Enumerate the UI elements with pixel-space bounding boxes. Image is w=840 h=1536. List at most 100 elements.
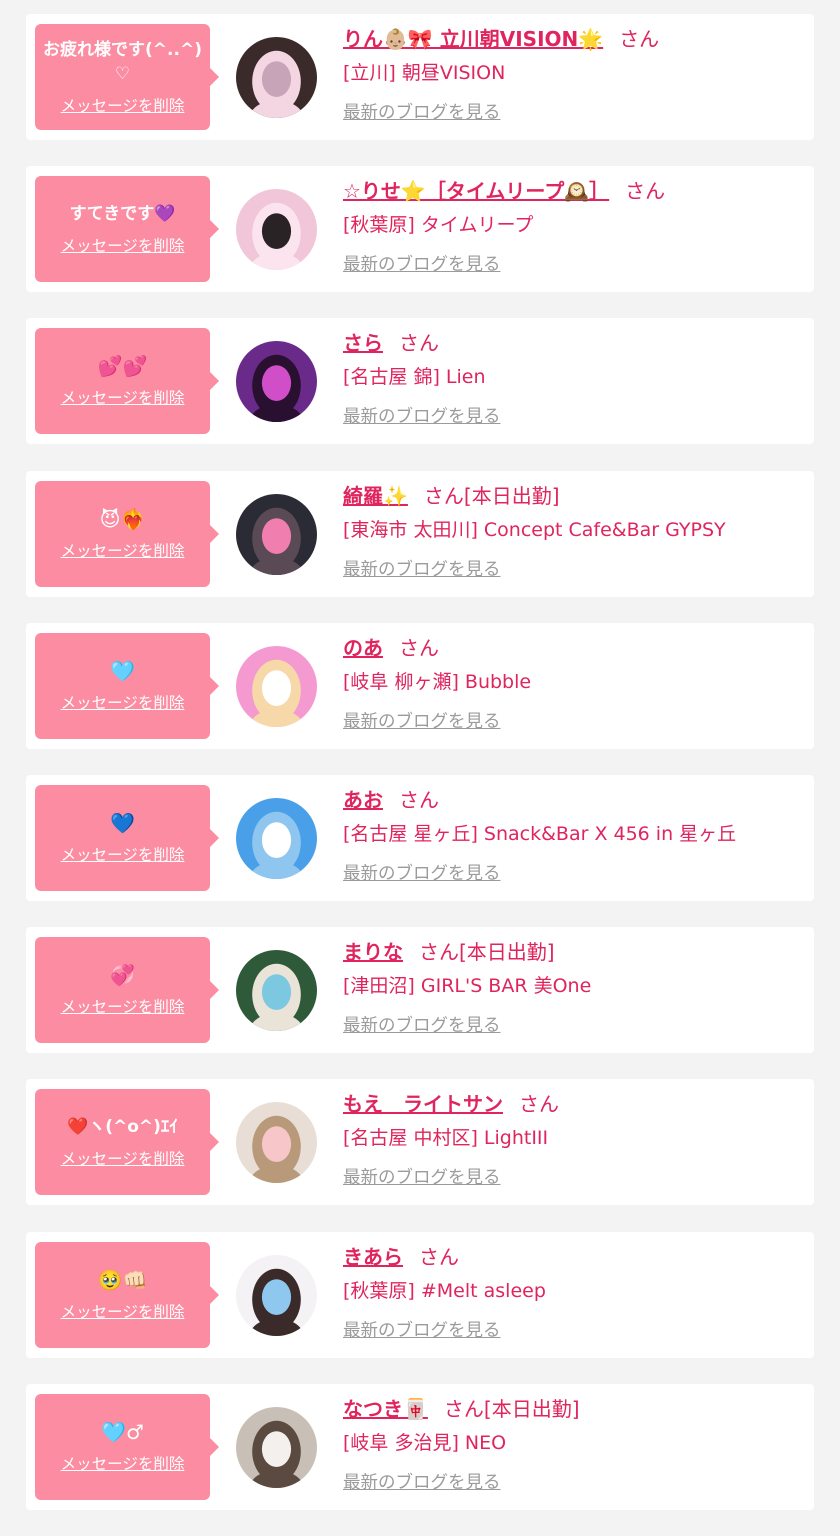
cast-info: きあら さん [秋葉原] #Melt asleep 最新のブログを見る xyxy=(343,1242,806,1342)
name-line: 綺羅✨ さん[本日出勤] xyxy=(343,481,806,511)
honorific: さん xyxy=(625,179,666,204)
name-line: なつき🀄 さん[本日出勤] xyxy=(343,1394,806,1424)
cast-name-link[interactable]: りん👶🏼🎀 立川朝VISION🌟 xyxy=(343,27,603,51)
delete-message-link[interactable]: メッセージを削除 xyxy=(61,94,185,116)
name-line: まりな さん[本日出勤] xyxy=(343,937,806,967)
message-bubble: 🩵♂︎ メッセージを削除 xyxy=(35,1393,219,1500)
message-bubble: 💕💕 メッセージを削除 xyxy=(35,328,219,435)
message-text: 😈❤️‍🔥 xyxy=(99,506,146,531)
delete-message-link[interactable]: メッセージを削除 xyxy=(61,995,185,1017)
status-badge: [本日出勤] xyxy=(483,1396,580,1421)
message-text: 💙 xyxy=(110,810,135,835)
avatar-girl-pink-room-photo[interactable] xyxy=(236,189,317,271)
avatar-white-dress-photo[interactable] xyxy=(236,1406,317,1488)
avatar-blue-dress-photo[interactable] xyxy=(236,1254,317,1336)
avatar-flower-face-photo[interactable] xyxy=(236,493,317,575)
shop-location: [岐阜 柳ヶ瀬] Bubble xyxy=(343,670,532,693)
shop-location: [津田沼] GIRL'S BAR 美One xyxy=(343,975,592,998)
shop-location: [立川] 朝昼VISION xyxy=(343,62,506,84)
cast-info: まりな さん[本日出勤] [津田沼] GIRL'S BAR 美One 最新のブログ… xyxy=(343,937,806,1037)
message-text: 🩵 xyxy=(110,658,135,683)
list-item: 🥹👊🏻 メッセージを削除 きあら さん [秋葉原] #Melt asleep 最新… xyxy=(26,1231,814,1358)
message-bubble: 🥹👊🏻 メッセージを削除 xyxy=(35,1241,219,1348)
honorific: さん xyxy=(619,27,660,51)
honorific: さん xyxy=(399,635,439,660)
message-list: お疲れ様です(^..^)♡ メッセージを削除 りん👶🏼🎀 立川朝VISION🌟 さ… xyxy=(26,14,814,1536)
cast-info: あお さん [名古屋 星ヶ丘] Snack&Bar X 456 in 星ヶ丘 最新… xyxy=(343,785,806,885)
cast-name-link[interactable]: のあ xyxy=(343,636,383,660)
honorific: さん xyxy=(399,331,439,356)
message-bubble: 💙 メッセージを削除 xyxy=(35,784,219,891)
delete-message-link[interactable]: メッセージを削除 xyxy=(61,1300,185,1322)
delete-message-link[interactable]: メッセージを削除 xyxy=(61,843,185,865)
cast-name-link[interactable]: ☆りせ⭐️［タイムリープ🕰️］ xyxy=(343,179,609,203)
list-item: すてきです💜 メッセージを削除 ☆りせ⭐️［タイムリープ🕰️］ さん [秋葉原] … xyxy=(26,166,814,293)
list-item: 😈❤️‍🔥 メッセージを削除 綺羅✨ さん[本日出勤] [東海市 太田川] Con… xyxy=(26,470,814,597)
list-item: 🩵♂︎ メッセージを削除 なつき🀄 さん[本日出勤] [岐阜 多治見] NEO 最… xyxy=(26,1383,814,1510)
cast-name-link[interactable]: 綺羅✨ xyxy=(343,484,408,508)
latest-blog-link[interactable]: 最新のブログを見る xyxy=(343,860,501,885)
list-item: 💙 メッセージを削除 あお さん [名古屋 星ヶ丘] Snack&Bar X 45… xyxy=(26,774,814,901)
shop-location: [名古屋 中村区] LightIII xyxy=(343,1127,549,1150)
message-text: 🥹👊🏻 xyxy=(97,1267,148,1292)
status-badge: [本日出勤] xyxy=(463,483,560,508)
avatar-image xyxy=(236,189,317,271)
avatar-pool-resort-photo[interactable] xyxy=(236,950,317,1032)
avatar-purple-light-photo[interactable] xyxy=(236,341,317,423)
cast-info: 綺羅✨ さん[本日出勤] [東海市 太田川] Concept Cafe&Bar G… xyxy=(343,481,806,581)
name-line: のあ さん xyxy=(343,633,806,663)
shop-location: [岐阜 多治見] NEO xyxy=(343,1431,507,1454)
list-item: 💕💕 メッセージを削除 さら さん [名古屋 錦] Lien 最新のブログを見る xyxy=(26,318,814,445)
cast-name-link[interactable]: もえ ライトサン xyxy=(343,1092,503,1116)
message-bubble: 💞 メッセージを削除 xyxy=(35,937,219,1044)
latest-blog-link[interactable]: 最新のブログを見る xyxy=(343,1317,501,1342)
cast-info: なつき🀄 さん[本日出勤] [岐阜 多治見] NEO 最新のブログを見る xyxy=(343,1394,806,1494)
delete-message-link[interactable]: メッセージを削除 xyxy=(61,1452,185,1474)
latest-blog-link[interactable]: 最新のブログを見る xyxy=(343,556,501,581)
shop-location: [名古屋 錦] Lien xyxy=(343,366,486,389)
cast-name-link[interactable]: まりな xyxy=(343,940,403,964)
avatar-image xyxy=(236,797,317,879)
latest-blog-link[interactable]: 最新のブログを見る xyxy=(343,1164,501,1189)
delete-message-link[interactable]: メッセージを削除 xyxy=(61,234,185,256)
shop-location: [秋葉原] タイムリープ xyxy=(343,214,534,237)
avatar-image xyxy=(236,645,317,727)
avatar-image xyxy=(236,1102,317,1184)
cast-info: のあ さん [岐阜 柳ヶ瀬] Bubble 最新のブログを見る xyxy=(343,633,806,733)
avatar-blurred-face-photo[interactable] xyxy=(236,1102,317,1184)
cast-name-link[interactable]: きあら xyxy=(343,1245,403,1269)
avatar-bunny-filter-photo[interactable] xyxy=(236,37,317,118)
delete-message-link[interactable]: メッセージを削除 xyxy=(61,539,185,561)
latest-blog-link[interactable]: 最新のブログを見る xyxy=(343,403,501,428)
avatar-image xyxy=(236,1254,317,1336)
honorific: さん xyxy=(519,1092,559,1117)
avatar-image xyxy=(236,1406,317,1488)
honorific: さん xyxy=(399,787,439,812)
honorific: さん xyxy=(423,483,464,508)
latest-blog-link[interactable]: 最新のブログを見る xyxy=(343,1469,501,1494)
list-item: お疲れ様です(^..^)♡ メッセージを削除 りん👶🏼🎀 立川朝VISION🌟 さ… xyxy=(26,14,814,140)
cast-name-link[interactable]: あお xyxy=(343,788,383,812)
honorific: さん xyxy=(419,1244,459,1269)
latest-blog-link[interactable]: 最新のブログを見る xyxy=(343,708,501,733)
avatar-sky-clouds-photo[interactable] xyxy=(236,797,317,879)
message-text: お疲れ様です(^..^)♡ xyxy=(43,40,202,84)
shop-location: [名古屋 星ヶ丘] Snack&Bar X 456 in 星ヶ丘 xyxy=(343,822,737,845)
name-line: あお さん xyxy=(343,785,806,815)
latest-blog-link[interactable]: 最新のブログを見る xyxy=(343,1012,501,1037)
message-text: 🩵♂︎ xyxy=(101,1419,144,1444)
status-badge: [本日出勤] xyxy=(459,940,555,965)
latest-blog-link[interactable]: 最新のブログを見る xyxy=(343,99,501,124)
avatar-image xyxy=(236,37,317,118)
list-item: 💞 メッセージを削除 まりな さん[本日出勤] [津田沼] GIRL'S BAR … xyxy=(26,927,814,1054)
cast-name-link[interactable]: さら xyxy=(343,331,383,355)
shop-location: [東海市 太田川] Concept Cafe&Bar GYPSY xyxy=(343,518,726,541)
avatar-bubble-magazine-photo[interactable] xyxy=(236,645,317,727)
delete-message-link[interactable]: メッセージを削除 xyxy=(61,691,185,713)
message-bubble: すてきです💜 メッセージを削除 xyxy=(35,176,219,283)
cast-name-link[interactable]: なつき🀄 xyxy=(343,1397,428,1421)
delete-message-link[interactable]: メッセージを削除 xyxy=(61,386,185,408)
latest-blog-link[interactable]: 最新のブログを見る xyxy=(343,251,501,276)
message-text: すてきです💜 xyxy=(69,204,176,225)
delete-message-link[interactable]: メッセージを削除 xyxy=(61,1147,185,1169)
